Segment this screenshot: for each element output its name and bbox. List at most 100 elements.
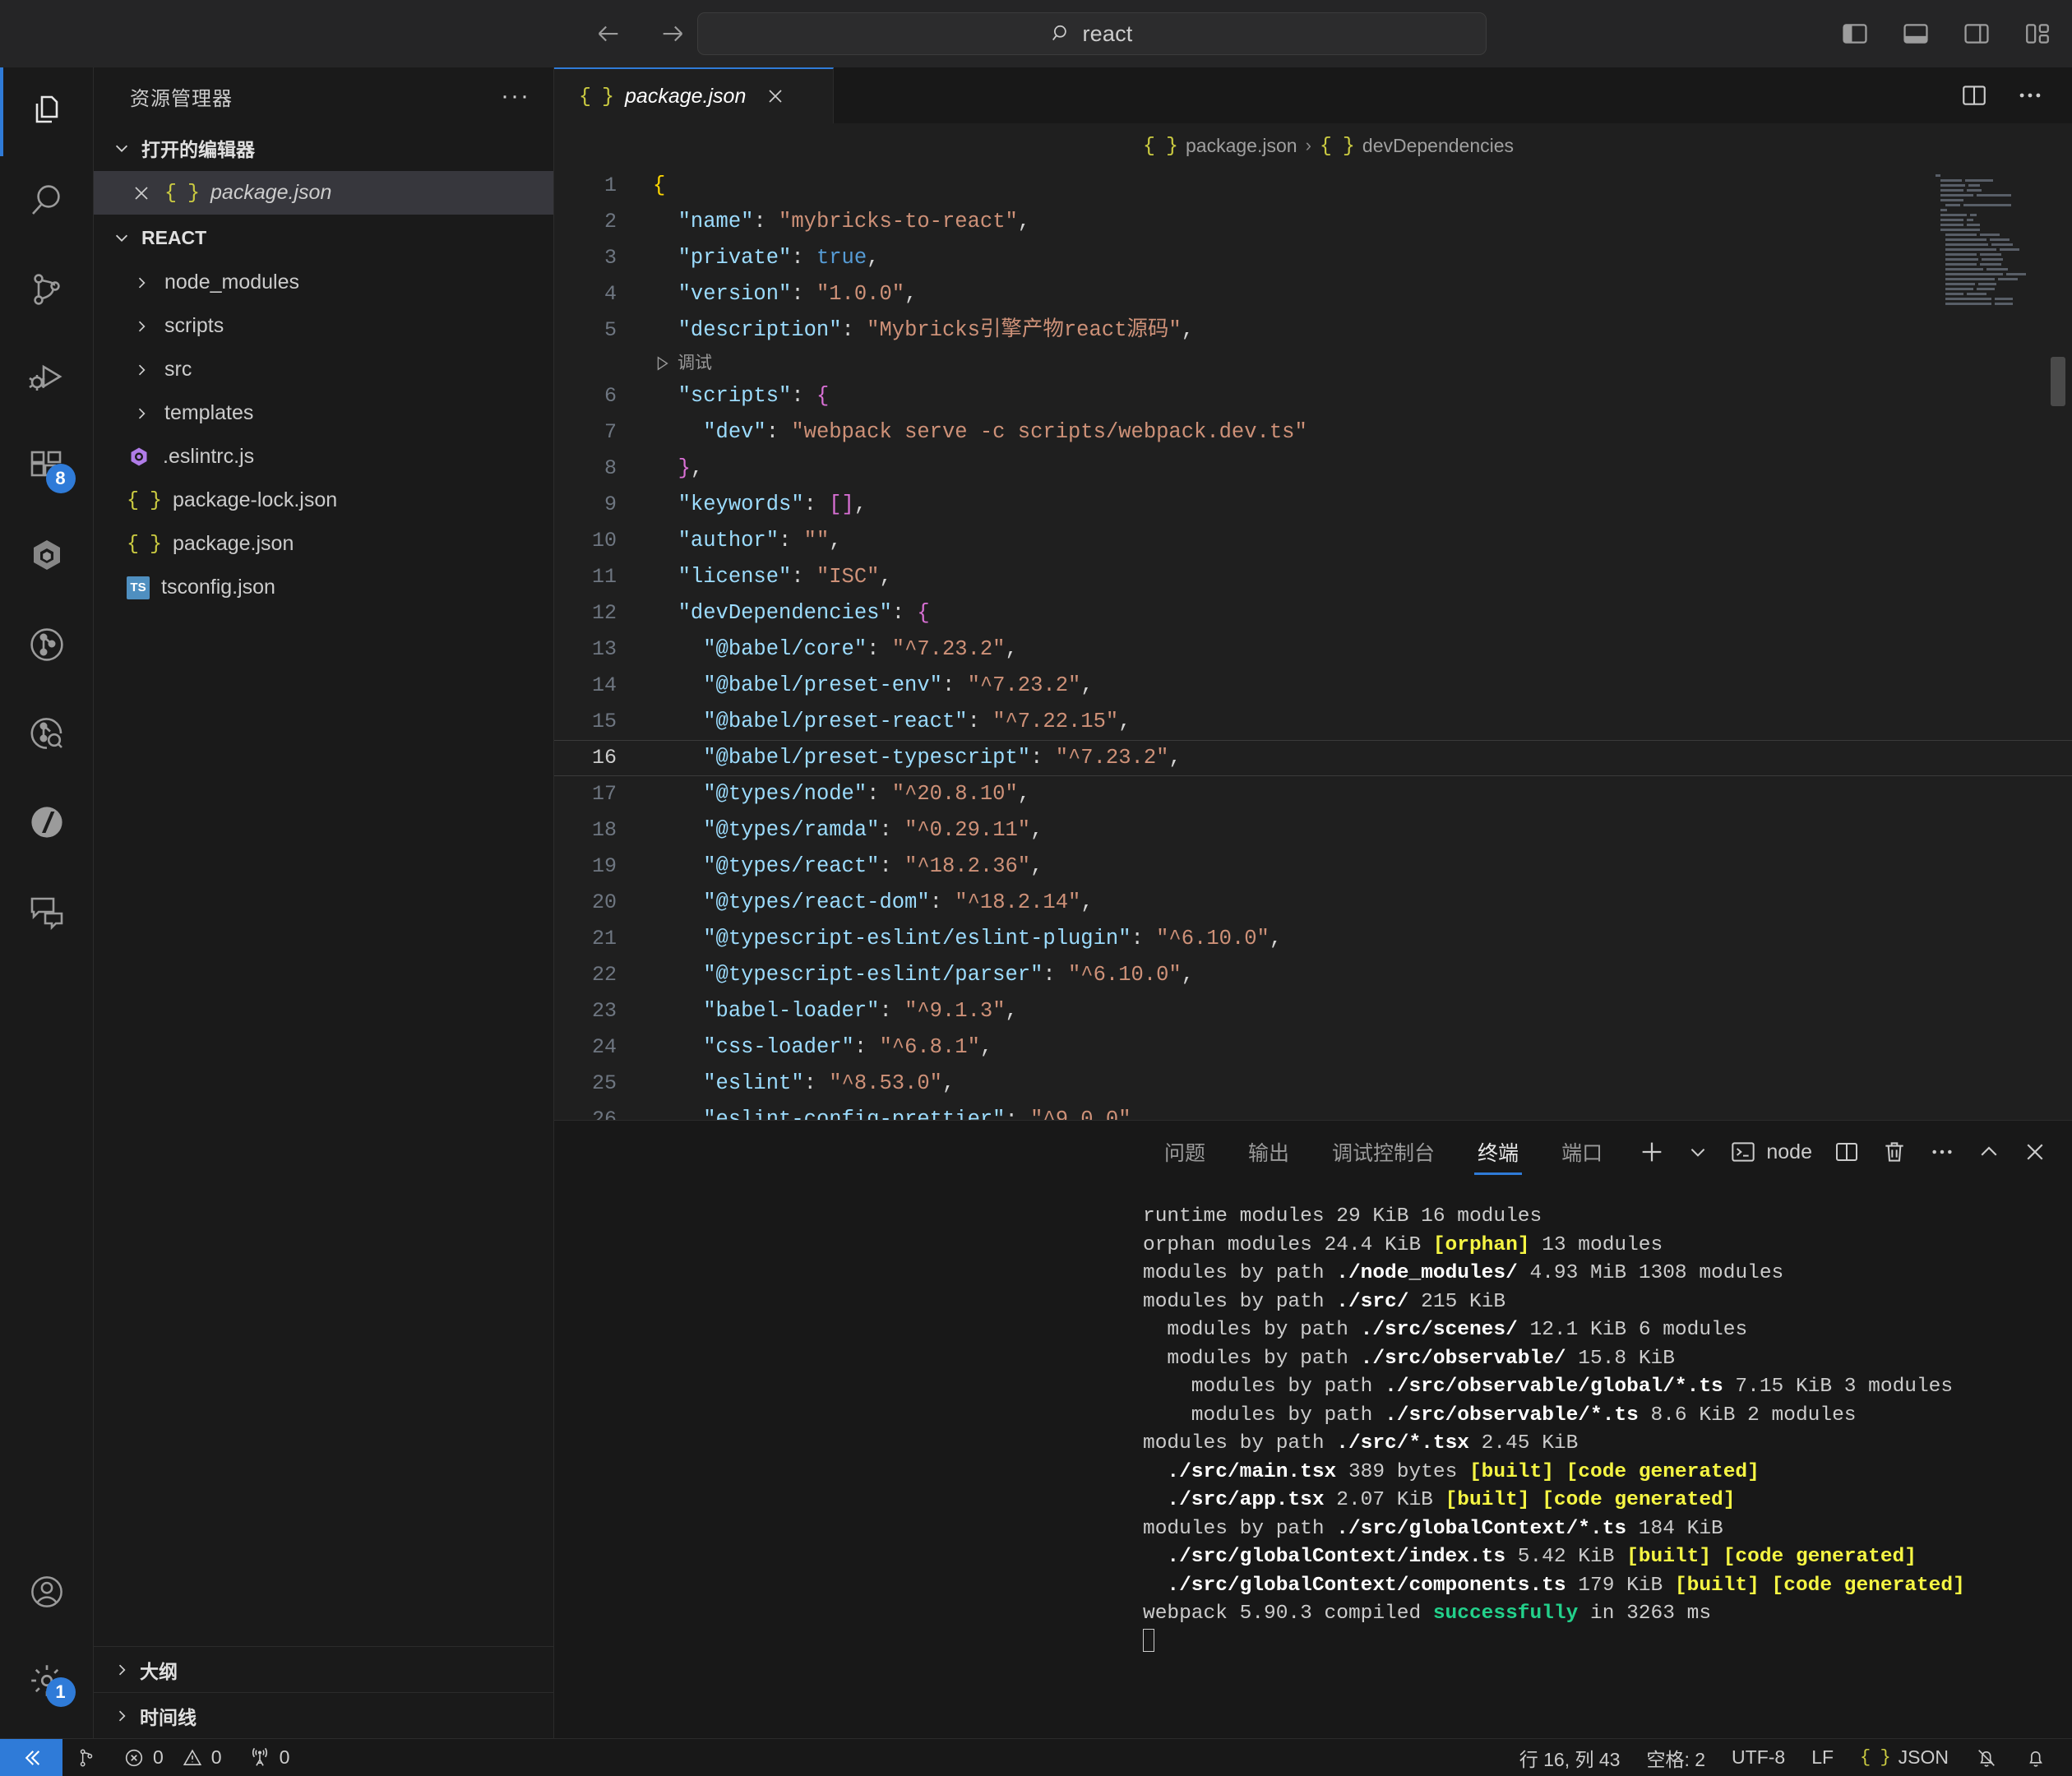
activity-item-manage[interactable]: 1 (0, 1636, 94, 1725)
trash-icon[interactable] (1881, 1139, 1908, 1165)
code-text: "scripts": { (678, 384, 830, 408)
code-line[interactable]: 13 "@babel/core": "^7.23.2", (554, 631, 2072, 668)
status-cursor-position[interactable]: 行 16, 列 43 (1506, 1739, 1634, 1776)
tree-item-eslintrc[interactable]: .eslintrc.js (94, 435, 553, 479)
editor-scrollbar[interactable] (2051, 357, 2065, 406)
activity-item-extensions[interactable]: 8 (0, 423, 94, 511)
activity-item-search[interactable] (0, 156, 94, 245)
customize-layout-icon[interactable] (2021, 17, 2054, 50)
tab-package-json[interactable]: { } package.json (554, 67, 834, 123)
more-actions-icon[interactable] (1929, 1139, 1955, 1165)
status-branch[interactable] (62, 1739, 110, 1776)
code-line[interactable]: 25 "eslint": "^8.53.0", (554, 1066, 2072, 1102)
sidebar-more-icon[interactable]: ··· (501, 84, 530, 109)
code-line[interactable]: 11 "license": "ISC", (554, 559, 2072, 595)
status-indentation[interactable]: 空格: 2 (1633, 1739, 1718, 1776)
panel-tab-output[interactable]: 输出 (1227, 1121, 1311, 1183)
code-line[interactable]: 22 "@typescript-eslint/parser": "^6.10.0… (554, 957, 2072, 993)
code-line[interactable]: 2 "name": "mybricks-to-react", (554, 204, 2072, 240)
more-actions-icon[interactable] (2016, 81, 2044, 109)
code-line[interactable]: 21 "@typescript-eslint/eslint-plugin": "… (554, 921, 2072, 957)
toggle-primary-sidebar-icon[interactable] (1838, 17, 1871, 50)
activity-item-comments[interactable] (0, 867, 94, 955)
activity-item-source-control[interactable] (0, 245, 94, 334)
code-line[interactable]: 1{ (554, 168, 2072, 204)
code-line[interactable]: 20 "@types/react-dom": "^18.2.14", (554, 885, 2072, 921)
code-line[interactable]: 8 }, (554, 451, 2072, 487)
code-line[interactable]: 3 "private": true, (554, 240, 2072, 276)
panel-tab-debug-console[interactable]: 调试控制台 (1311, 1121, 1456, 1183)
status-notifications[interactable] (2011, 1739, 2060, 1776)
activity-item-git-search[interactable] (0, 689, 94, 778)
chevron-up-icon[interactable] (1977, 1140, 2001, 1164)
panel-tab-ports[interactable]: 端口 (1540, 1121, 1624, 1183)
status-language-mode[interactable]: { } JSON (1847, 1739, 1962, 1776)
code-line[interactable]: 4 "version": "1.0.0", (554, 276, 2072, 312)
section-open-editors[interactable]: 打开的编辑器 (94, 125, 553, 171)
code-line[interactable]: 10 "author": "", (554, 523, 2072, 559)
tree-item-templates[interactable]: templates (94, 391, 553, 435)
close-icon[interactable] (765, 86, 785, 106)
code-line[interactable]: 19 "@types/react": "^18.2.36", (554, 849, 2072, 885)
section-timeline[interactable]: 时间线 (94, 1692, 553, 1738)
toggle-panel-icon[interactable] (1899, 17, 1932, 50)
terminal-line: ./src/globalContext/index.ts 5.42 KiB [b… (1167, 1546, 1917, 1568)
breadcrumb-symbol[interactable]: devDependencies (1362, 135, 1514, 157)
tree-item-src[interactable]: src (94, 348, 553, 391)
code-line[interactable]: 24 "css-loader": "^6.8.1", (554, 1029, 2072, 1066)
panel-tab-label: 问题 (1164, 1142, 1206, 1165)
command-center-search[interactable]: react (697, 12, 1487, 55)
split-icon[interactable] (1834, 1139, 1860, 1165)
code-line[interactable]: 15 "@babel/preset-react": "^7.22.15", (554, 704, 2072, 740)
tree-item-package-json[interactable]: { } package.json (94, 522, 553, 566)
terminal-instance-node[interactable]: node (1730, 1139, 1812, 1165)
code-line[interactable]: 12 "devDependencies": { (554, 595, 2072, 631)
minimap[interactable] (1934, 173, 2037, 321)
panel-tab-terminal[interactable]: 终端 (1456, 1121, 1540, 1183)
code-editor[interactable]: 1{2 "name": "mybricks-to-react", 3 "priva… (554, 168, 2072, 1120)
activity-item-git-graph[interactable] (0, 600, 94, 689)
activity-item-mybricks[interactable] (0, 511, 94, 600)
panel-tab-problems[interactable]: 问题 (1143, 1121, 1227, 1183)
activity-item-run-and-debug[interactable] (0, 334, 94, 423)
code-line[interactable]: 17 "@types/node": "^20.8.10", (554, 776, 2072, 812)
codelens-debug[interactable]: 调试 (554, 349, 2072, 378)
forward-button[interactable] (654, 16, 691, 52)
code-line[interactable]: 14 "@babel/preset-env": "^7.23.2", (554, 668, 2072, 704)
close-icon[interactable] (132, 183, 153, 203)
tree-item-scripts[interactable]: scripts (94, 304, 553, 348)
activity-item-accounts[interactable] (0, 1547, 94, 1636)
status-ports[interactable]: 0 (235, 1739, 303, 1776)
terminal-output[interactable]: runtime modules 29 KiB 16 modules orphan … (554, 1183, 2072, 1738)
code-line[interactable]: 16 "@babel/preset-typescript": "^7.23.2"… (554, 740, 2072, 776)
section-outline[interactable]: 大纲 (94, 1646, 553, 1692)
status-eol[interactable]: LF (1798, 1739, 1847, 1776)
tree-item-package-lock-json[interactable]: { } package-lock.json (94, 479, 553, 522)
code-line[interactable]: 18 "@types/ramda": "^0.29.11", (554, 812, 2072, 849)
split-editor-icon[interactable] (1960, 81, 1988, 109)
tree-item-node-modules[interactable]: node_modules (94, 261, 553, 304)
tree-item-tsconfig-json[interactable]: TS tsconfig.json (94, 566, 553, 609)
activity-item-brand[interactable] (0, 778, 94, 867)
status-encoding[interactable]: UTF-8 (1718, 1739, 1798, 1776)
close-icon[interactable] (2023, 1140, 2047, 1164)
activity-item-explorer[interactable] (0, 67, 94, 156)
code-line[interactable]: 7 "dev": "webpack serve -c scripts/webpa… (554, 414, 2072, 451)
toggle-secondary-sidebar-icon[interactable] (1960, 17, 1993, 50)
back-button[interactable] (590, 16, 627, 52)
plus-icon[interactable] (1638, 1138, 1666, 1166)
section-workspace[interactable]: REACT (94, 215, 553, 261)
open-editor-item-package-json[interactable]: { } package.json (94, 171, 553, 215)
code-line[interactable]: 9 "keywords": [], (554, 487, 2072, 523)
code-line[interactable]: 6 "scripts": { (554, 378, 2072, 414)
remote-indicator[interactable] (0, 1738, 62, 1776)
breadcrumb-file[interactable]: package.json (1186, 135, 1297, 157)
chevron-down-icon[interactable] (1687, 1141, 1709, 1163)
code-line[interactable]: 26 "eslint-config-prettier": "^9.0.0", (554, 1102, 2072, 1120)
tree-item-label: node_modules (164, 271, 300, 294)
code-line[interactable]: 5 "description": "Mybricks引擎产物react源码", (554, 312, 2072, 349)
status-problems[interactable]: 0 0 (110, 1739, 235, 1776)
code-content[interactable]: 1{2 "name": "mybricks-to-react", 3 "priva… (554, 168, 2072, 1120)
code-line[interactable]: 23 "babel-loader": "^9.1.3", (554, 993, 2072, 1029)
status-notifications-muted[interactable] (1962, 1739, 2011, 1776)
